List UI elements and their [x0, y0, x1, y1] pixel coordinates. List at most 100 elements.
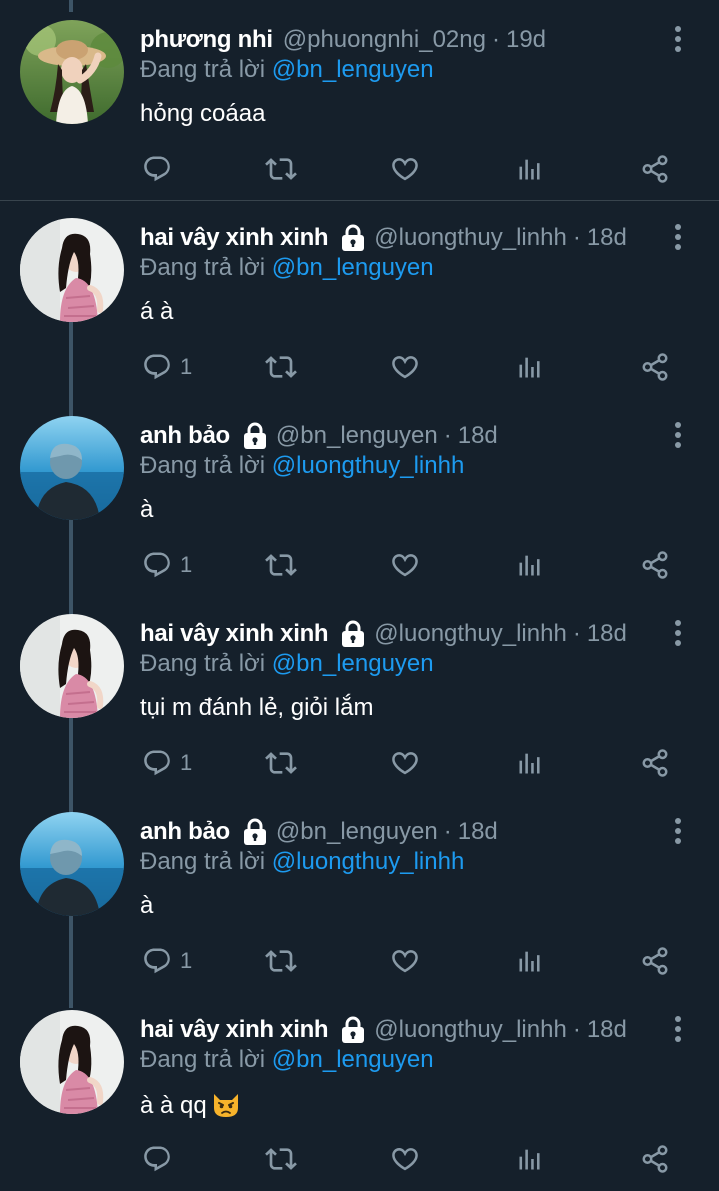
reply-tweet[interactable]: anh bảo @bn_lenguyen · 18d Đang trả lời …: [0, 792, 719, 990]
avatar[interactable]: [20, 812, 124, 916]
reply-tweet[interactable]: hai vây xinh xinh @luongthuy_linhh · 18d…: [0, 594, 719, 792]
retweet-button[interactable]: [265, 350, 297, 384]
reply-button[interactable]: 1: [142, 944, 192, 978]
separator-dot: ·: [491, 26, 500, 53]
views-button[interactable]: [516, 1142, 544, 1176]
user-handle[interactable]: @bn_lenguyen: [276, 422, 438, 450]
like-button[interactable]: [390, 350, 420, 384]
reply-tweet[interactable]: hai vây xinh xinh @luongthuy_linhh · 18d…: [0, 990, 719, 1188]
replying-to-handle[interactable]: @bn_lenguyen: [272, 56, 434, 83]
lock-icon: [242, 818, 268, 846]
timestamp[interactable]: 18d: [458, 818, 498, 846]
replying-to-handle[interactable]: @bn_lenguyen: [272, 1046, 434, 1073]
replying-to: Đang trả lời @luongthuy_linhh: [140, 848, 464, 876]
views-button[interactable]: [516, 152, 544, 186]
avatar[interactable]: [20, 218, 124, 322]
tweet-actions: 1: [0, 944, 719, 978]
lock-icon: [342, 1016, 365, 1043]
retweet-button[interactable]: [265, 746, 297, 780]
replying-to-handle[interactable]: @luongthuy_linhh: [272, 848, 465, 875]
display-name[interactable]: hai vây xinh xinh: [140, 1016, 329, 1044]
reply-tweet[interactable]: anh bảo @bn_lenguyen · 18d Đang trả lời …: [0, 396, 719, 594]
replying-to-handle[interactable]: @luongthuy_linhh: [272, 452, 465, 479]
views-button[interactable]: [516, 548, 544, 582]
timestamp[interactable]: 19d: [506, 26, 546, 54]
views-button[interactable]: [516, 746, 544, 780]
share-button[interactable]: [640, 152, 670, 186]
like-button[interactable]: [390, 1142, 420, 1176]
heart-icon: [392, 950, 418, 973]
replying-to-label: Đang trả lời: [140, 254, 266, 281]
avatar[interactable]: [20, 614, 124, 718]
comment-icon: [144, 750, 170, 776]
share-button[interactable]: [640, 1142, 670, 1176]
replying-to: Đang trả lời @bn_lenguyen: [140, 56, 434, 84]
like-button[interactable]: [390, 152, 420, 186]
avatar[interactable]: [20, 20, 124, 124]
more-options-button[interactable]: [666, 222, 690, 252]
like-button[interactable]: [390, 548, 420, 582]
views-button[interactable]: [516, 350, 544, 384]
user-handle[interactable]: @bn_lenguyen: [276, 818, 438, 846]
reply-button[interactable]: 1: [142, 350, 192, 384]
lock-icon: [340, 1016, 366, 1044]
replying-to: Đang trả lời @bn_lenguyen: [140, 650, 434, 678]
user-handle[interactable]: @phuongnhi_02ng: [283, 26, 486, 54]
heart-icon: [392, 356, 418, 379]
like-button[interactable]: [390, 944, 420, 978]
avatar[interactable]: [20, 416, 124, 520]
comment-icon: [144, 948, 170, 974]
share-button[interactable]: [640, 944, 670, 978]
reply-tweet[interactable]: hai vây xinh xinh @luongthuy_linhh · 18d…: [0, 198, 719, 396]
replying-to-label: Đang trả lời: [140, 56, 266, 83]
share-button[interactable]: [640, 350, 670, 384]
share-icon: [642, 155, 668, 183]
tweet-header: anh bảo @bn_lenguyen · 18d: [140, 420, 498, 452]
tweet-actions: 1: [0, 350, 719, 384]
heart-icon: [392, 1148, 418, 1171]
display-name[interactable]: anh bảo: [140, 818, 230, 846]
more-options-button[interactable]: [666, 420, 690, 450]
more-vertical-icon: [675, 818, 681, 844]
views-button[interactable]: [516, 944, 544, 978]
share-button[interactable]: [640, 746, 670, 780]
like-button[interactable]: [390, 746, 420, 780]
comment-icon: [144, 156, 170, 182]
tweet-actions: 1: [0, 548, 719, 582]
tweet-text: à à qq: [140, 1090, 241, 1120]
reply-tweet[interactable]: phương nhi @phuongnhi_02ng · 19d Đang tr…: [0, 0, 719, 198]
more-options-button[interactable]: [666, 816, 690, 846]
tweet-text-content: à: [140, 496, 154, 523]
replying-to-handle[interactable]: @bn_lenguyen: [272, 254, 434, 281]
timestamp[interactable]: 18d: [587, 1016, 627, 1044]
heart-icon: [392, 752, 418, 775]
tweet-text: tụi m đánh lẻ, giỏi lắm: [140, 694, 373, 722]
tweet-text: á à: [140, 298, 173, 326]
more-options-button[interactable]: [666, 24, 690, 54]
reply-button[interactable]: 1: [142, 548, 192, 582]
retweet-button[interactable]: [265, 548, 297, 582]
more-options-button[interactable]: [666, 1014, 690, 1044]
retweet-button[interactable]: [265, 944, 297, 978]
timestamp[interactable]: 18d: [458, 422, 498, 450]
more-options-button[interactable]: [666, 618, 690, 648]
retweet-button[interactable]: [265, 1142, 297, 1176]
display-name[interactable]: anh bảo: [140, 422, 230, 450]
replying-to-handle[interactable]: @bn_lenguyen: [272, 650, 434, 677]
comment-icon: [144, 1146, 170, 1172]
display-name[interactable]: hai vây xinh xinh: [140, 224, 329, 252]
tweet-header: hai vây xinh xinh @luongthuy_linhh · 18d: [140, 618, 627, 650]
display-name[interactable]: phương nhi: [140, 26, 273, 54]
display-name[interactable]: hai vây xinh xinh: [140, 620, 329, 648]
user-handle[interactable]: @luongthuy_linhh: [374, 224, 567, 252]
avatar[interactable]: [20, 1010, 124, 1114]
reply-button[interactable]: [142, 1142, 180, 1176]
user-handle[interactable]: @luongthuy_linhh: [374, 620, 567, 648]
timestamp[interactable]: 18d: [587, 620, 627, 648]
retweet-button[interactable]: [265, 152, 297, 186]
reply-button[interactable]: 1: [142, 746, 192, 780]
share-button[interactable]: [640, 548, 670, 582]
reply-button[interactable]: [142, 152, 180, 186]
timestamp[interactable]: 18d: [587, 224, 627, 252]
user-handle[interactable]: @luongthuy_linhh: [374, 1016, 567, 1044]
